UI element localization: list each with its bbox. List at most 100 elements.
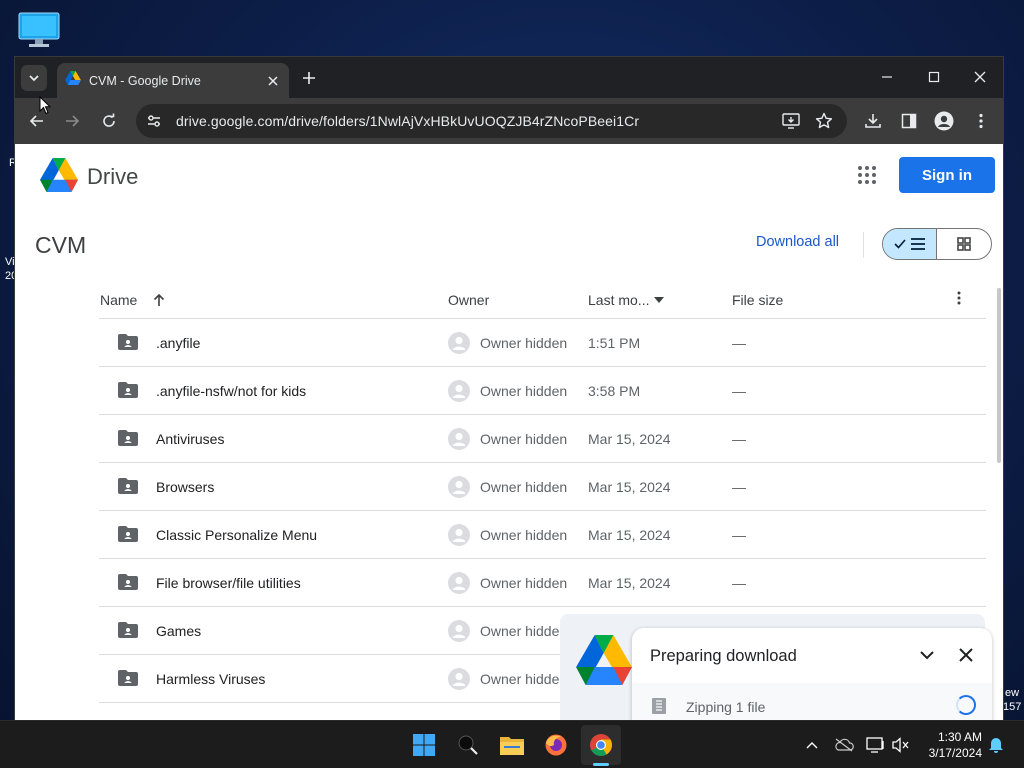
more-vertical-icon (979, 113, 983, 129)
column-header-name[interactable]: Name (100, 292, 165, 308)
collapse-chevron-icon[interactable] (915, 643, 939, 667)
clock-time: 1:30 AM (937, 730, 982, 744)
shared-folder-icon (118, 622, 138, 641)
maximize-button[interactable] (922, 65, 946, 89)
volume-muted-icon[interactable] (891, 735, 911, 755)
install-app-icon[interactable] (782, 112, 800, 130)
mouse-cursor-icon (39, 95, 52, 120)
file-row[interactable]: Antiviruses Owner hidden Mar 15, 2024 — (99, 415, 986, 463)
owner-avatar-icon (448, 524, 470, 549)
desktop-label-fragment: ew (1005, 687, 1020, 699)
chevron-up-icon (806, 742, 818, 749)
list-view-button[interactable] (883, 229, 938, 259)
sort-arrow-up-icon (154, 293, 165, 306)
file-row[interactable]: Classic Personalize Menu Owner hidden Mar … (99, 511, 986, 559)
arrow-right-icon (66, 115, 80, 127)
file-size: — (732, 479, 746, 495)
column-header-owner[interactable]: Owner (448, 292, 489, 308)
file-row[interactable]: File browser/file utilities Owner hidden M… (99, 559, 986, 607)
download-item: Zipping 1 file (632, 683, 992, 720)
google-drive-logo-icon[interactable] (40, 158, 78, 197)
drive-page: Drive Sign in CVM Download all Name Owne… (15, 144, 1003, 720)
system-clock[interactable]: 1:30 AM 3/17/2024 (918, 729, 982, 761)
close-icon[interactable] (954, 643, 978, 667)
firefox-button[interactable] (542, 731, 570, 759)
desktop-computer-icon[interactable] (18, 12, 60, 48)
network-tray-icon[interactable] (866, 735, 886, 755)
sign-in-button[interactable]: Sign in (899, 157, 995, 193)
file-owner: Owner hidde (480, 671, 560, 687)
download-all-button[interactable]: Download all (756, 234, 839, 250)
caret-down-icon (654, 297, 665, 303)
file-name: Antiviruses (156, 431, 225, 447)
folder-title: CVM (35, 232, 87, 258)
address-bar[interactable]: drive.google.com/drive/folders/1NwlAjVxH… (136, 104, 847, 138)
column-owner-label: Owner (448, 292, 490, 308)
tab-search-button[interactable] (21, 65, 47, 91)
bookmark-star-icon[interactable] (815, 112, 833, 130)
download-panel-title: Preparing download (650, 647, 797, 665)
scrollbar-thumb[interactable] (997, 288, 1001, 463)
file-owner: Owner hidden (480, 479, 568, 495)
minimize-button[interactable] (875, 65, 899, 89)
file-last-modified: 3:58 PM (588, 383, 641, 399)
file-last-modified: Mar 15, 2024 (588, 527, 671, 543)
file-name: Games (156, 623, 202, 639)
file-owner: Owner hidden (480, 527, 568, 543)
file-name: Harmless Viruses (156, 671, 266, 687)
show-hidden-icons-button[interactable] (802, 735, 822, 755)
google-apps-icon[interactable] (855, 163, 879, 187)
reload-button[interactable] (97, 109, 121, 133)
shared-folder-icon (118, 430, 138, 449)
tab-close-icon[interactable] (265, 73, 281, 89)
file-explorer-button[interactable] (498, 731, 526, 759)
browser-menu-button[interactable] (969, 109, 993, 133)
shared-folder-icon (118, 574, 138, 593)
onedrive-tray-icon[interactable] (834, 735, 854, 755)
zip-file-icon (652, 698, 666, 719)
more-vertical-icon (957, 291, 961, 305)
notifications-bell-icon[interactable] (986, 735, 1006, 755)
column-header-file-size[interactable]: File size (732, 292, 783, 308)
file-size: — (732, 527, 746, 543)
file-size: — (732, 575, 746, 591)
chrome-icon (590, 734, 612, 756)
site-info-icon[interactable] (146, 113, 162, 129)
windows-logo-icon (413, 734, 435, 756)
taskbar: 1:30 AM 3/17/2024 (0, 720, 1024, 768)
profile-button[interactable] (932, 109, 956, 133)
grid-view-button[interactable] (937, 229, 991, 259)
folder-icon (500, 737, 524, 755)
close-window-button[interactable] (968, 65, 992, 89)
file-row[interactable]: .anyfile Owner hidden 1:51 PM — (99, 319, 986, 367)
owner-avatar-icon (448, 428, 470, 453)
shared-folder-icon (118, 382, 138, 401)
clock-date: 3/17/2024 (928, 746, 982, 760)
column-header-last-modified[interactable]: Last mo... (588, 292, 665, 308)
start-button[interactable] (410, 731, 438, 759)
drive-app-name[interactable]: Drive (87, 164, 138, 190)
url-text: drive.google.com/drive/folders/1NwlAjVxH… (176, 113, 640, 129)
download-icon (865, 114, 881, 128)
browser-window: CVM - Google Drive drive.google.com/driv… (15, 57, 1003, 720)
chrome-button[interactable] (587, 731, 615, 759)
downloads-button[interactable] (861, 109, 885, 133)
grid-icon (957, 237, 971, 251)
file-row[interactable]: Browsers Owner hidden Mar 15, 2024 — (99, 463, 986, 511)
profile-avatar-icon (934, 111, 954, 131)
file-row[interactable]: .anyfile-nsfw/not for kids Owner hidden 3:… (99, 367, 986, 415)
file-owner: Owner hidden (480, 431, 568, 447)
file-size: — (732, 383, 746, 399)
list-options-button[interactable] (957, 291, 961, 305)
file-owner: Owner hidde (480, 623, 560, 639)
maximize-icon (928, 71, 940, 83)
forward-button[interactable] (60, 109, 84, 133)
file-name: Classic Personalize Menu (156, 527, 318, 543)
search-button[interactable] (454, 731, 482, 759)
tab-cvm-google-drive[interactable]: CVM - Google Drive (57, 63, 289, 98)
side-panel-button[interactable] (897, 109, 921, 133)
new-tab-button[interactable] (297, 66, 321, 90)
file-name: .anyfile-nsfw/not for kids (156, 383, 307, 399)
shared-folder-icon (118, 478, 138, 497)
owner-avatar-icon (448, 332, 470, 357)
